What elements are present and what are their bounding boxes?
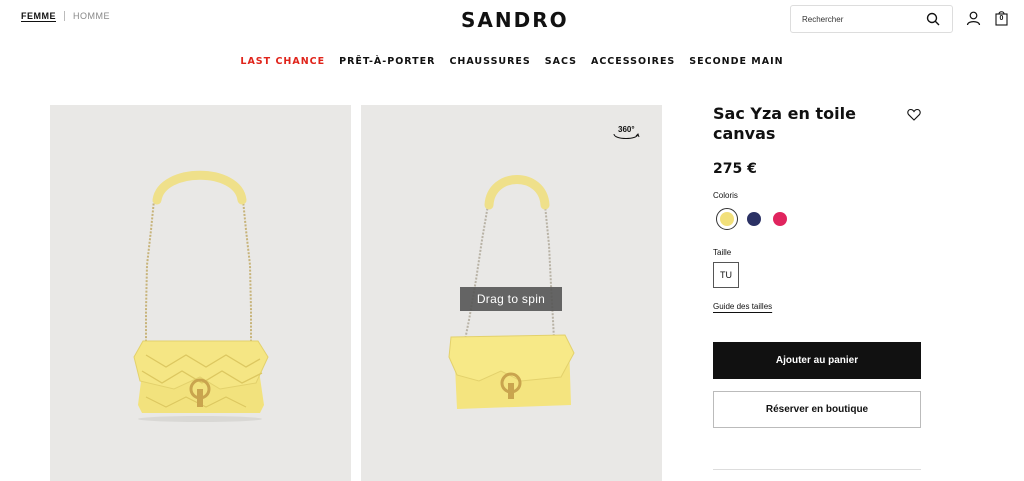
nav-pret-a-porter[interactable]: PRÊT-À-PORTER bbox=[339, 56, 435, 67]
size-label: Taille bbox=[713, 248, 732, 257]
gender-homme-link[interactable]: HOMME bbox=[73, 11, 110, 21]
nav-last-chance[interactable]: LAST CHANCE bbox=[240, 56, 325, 67]
bag-icon[interactable]: 0 bbox=[995, 10, 1008, 26]
color-swatch-navy[interactable] bbox=[747, 212, 761, 226]
reserve-in-store-button[interactable]: Réserver en boutique bbox=[713, 391, 921, 428]
product-image-front[interactable] bbox=[50, 105, 351, 481]
color-swatch-pink[interactable] bbox=[773, 212, 787, 226]
color-swatch-yellow[interactable] bbox=[716, 208, 738, 230]
nav-seconde-main[interactable]: SECONDE MAIN bbox=[689, 56, 783, 67]
drag-to-spin-tooltip: Drag to spin bbox=[460, 287, 562, 311]
color-label: Coloris bbox=[713, 191, 738, 200]
product-title: Sac Yza en toile canvas bbox=[713, 104, 856, 143]
size-option-tu[interactable]: TU bbox=[713, 262, 739, 288]
bag-count: 0 bbox=[999, 15, 1004, 22]
search-box[interactable] bbox=[790, 5, 953, 33]
gender-femme-link[interactable]: FEMME bbox=[21, 11, 56, 21]
nav-chaussures[interactable]: CHAUSSURES bbox=[449, 56, 530, 67]
search-icon[interactable] bbox=[926, 12, 940, 26]
gender-switch: FEMME HOMME bbox=[21, 11, 110, 21]
brand-logo[interactable]: SANDRO bbox=[461, 8, 569, 32]
add-to-cart-button[interactable]: Ajouter au panier bbox=[713, 342, 921, 379]
size-guide-link[interactable]: Guide des tailles bbox=[713, 302, 772, 311]
search-input[interactable] bbox=[791, 14, 921, 24]
spin-label: 360° bbox=[618, 125, 635, 134]
nav-accessoires[interactable]: ACCESSOIRES bbox=[591, 56, 675, 67]
main-nav: LAST CHANCE PRÊT-À-PORTER CHAUSSURES SAC… bbox=[0, 56, 1024, 67]
section-divider bbox=[713, 469, 921, 470]
bag-illustration-front bbox=[133, 170, 269, 422]
360-icon[interactable]: 360° bbox=[611, 124, 641, 142]
user-icon[interactable] bbox=[966, 11, 981, 26]
gender-separator bbox=[64, 11, 65, 21]
wishlist-heart-icon[interactable] bbox=[907, 108, 921, 121]
nav-sacs[interactable]: SACS bbox=[545, 56, 577, 67]
product-price: 275 € bbox=[713, 161, 757, 177]
